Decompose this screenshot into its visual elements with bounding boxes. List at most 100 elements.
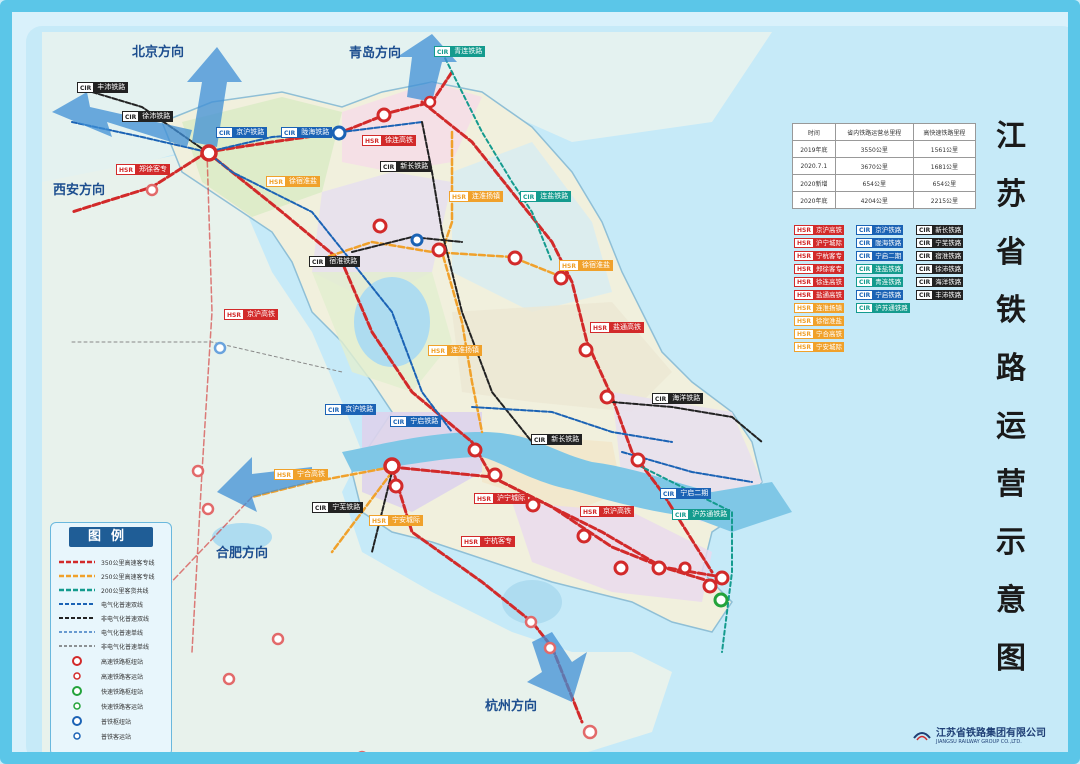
orange-dash-line-icon — [59, 574, 95, 578]
table-header-row: 时间 省内铁路运营总里程 高快速铁路里程 — [792, 123, 977, 141]
station-huzhou — [524, 615, 538, 629]
direction-hefei: 合肥方向 — [216, 546, 269, 561]
station-anting — [678, 561, 692, 575]
station-nantong — [630, 452, 646, 468]
black-dash-line-icon — [59, 617, 95, 619]
map-frame: 北京方向 青岛方向 西安方向 合肥方向 杭州方向 CIR 丰沛铁路 CIR 徐沛铁路… — [0, 0, 1080, 764]
table-row: 2020新增 654公里 654公里 — [792, 174, 977, 192]
table-cell: 1681公里 — [912, 157, 977, 175]
legend-item: 高速铁路客运站 — [57, 671, 167, 681]
table-cell: 4204公里 — [834, 191, 914, 209]
tag-zhengxu: HSR 郑徐客专 — [794, 264, 844, 274]
direction-hangzhou: 杭州方向 — [485, 699, 538, 714]
table-cell: 3550公里 — [834, 140, 914, 158]
table-header: 时间 — [792, 123, 836, 141]
map-label-ninghang: HSR 宁杭客专 — [461, 536, 515, 547]
station-nanjingnan — [388, 478, 404, 494]
station-yangzhou — [467, 442, 483, 458]
tag-qinglian: CIR 青连铁路 — [856, 277, 904, 287]
legend-item: 非电气化普速单线 — [57, 641, 167, 651]
map-legend: 图例 350公里高速客专线 250公里高速客专线 200公里客货共线 电气化普速… — [50, 522, 172, 752]
station-south3 — [543, 641, 557, 655]
company-name-cn: 江苏省铁路集团有限公司 — [936, 728, 1046, 739]
station-suzhou — [613, 560, 629, 576]
tag-suhuai: CIR 宿淮铁路 — [916, 251, 964, 261]
legend-item: 快速铁路枢纽站 — [57, 686, 167, 696]
mileage-stats-table: 时间 省内铁路运营总里程 高快速铁路里程 2019年底 3550公里 1561公… — [792, 123, 977, 209]
legend-item: 高速铁路枢纽站 — [57, 656, 167, 666]
tag-ningqi: CIR 宁启铁路 — [856, 290, 904, 300]
map-label-zhengxu: HSR 郑徐客专 — [116, 164, 170, 175]
station-south4 — [358, 750, 366, 752]
map-label-haiyang: CIR 海洋铁路 — [652, 393, 704, 404]
map-label-ninghe: HSR 宁合高铁 — [274, 469, 328, 480]
station-south1 — [271, 632, 285, 646]
map-label-yantong: HSR 盐通高铁 — [590, 322, 644, 333]
station-funing — [507, 250, 523, 266]
title-char: 示 — [996, 525, 1026, 560]
station-west4 — [201, 502, 215, 516]
blue-dash-line-icon — [59, 603, 95, 605]
legend-title: 图例 — [69, 527, 153, 547]
map-label-lianyan: CIR 连盐铁路 — [520, 191, 572, 202]
company-name-en: JIANGSU RAILWAY GROUP CO.,LTD. — [936, 739, 1022, 745]
station-west3 — [191, 464, 205, 478]
station-nanjing — [383, 457, 401, 475]
station-shanghai — [714, 570, 730, 586]
map-label-jinghu-north: CIR 京沪铁路 — [216, 127, 268, 138]
legend-item: 快速铁路客运站 — [57, 701, 167, 711]
title-char: 苏 — [996, 177, 1026, 212]
station-suqian — [372, 218, 388, 234]
station-west2 — [213, 341, 227, 355]
table-cell: 2020新增 — [792, 174, 836, 192]
title-char: 意 — [996, 583, 1026, 618]
station-zhenjiang — [487, 467, 503, 483]
station-lianyungang — [376, 107, 392, 123]
map-label-jinghu-south: CIR 京沪铁路 — [325, 404, 377, 415]
red-ring-icon — [72, 656, 82, 666]
map-label-lianhuai-north: HSR 连淮扬镇 — [449, 191, 503, 202]
green-dot-icon — [73, 702, 81, 710]
map-label-longhai: CIR 陇海铁路 — [281, 127, 333, 138]
station-shanghai-hongqiao — [702, 578, 718, 594]
table-cell: 2215公里 — [912, 191, 977, 209]
station-wuxi — [576, 528, 592, 544]
table-cell: 2020年底 — [792, 191, 836, 209]
map-label-husutong: CIR 沪苏通铁路 — [672, 509, 731, 520]
map-label-xusuhuaiyan-east: HSR 徐宿淮盐 — [559, 260, 613, 271]
table-cell: 654公里 — [912, 174, 977, 192]
map-label-xinchang-south: CIR 新长铁路 — [531, 434, 583, 445]
station-xuzhou — [200, 144, 218, 162]
station-donghai — [331, 125, 347, 141]
blue-dot-icon — [73, 732, 81, 740]
title-char: 省 — [996, 235, 1026, 270]
station-south2 — [222, 672, 236, 686]
map-label-ningqi: CIR 宁启铁路 — [390, 416, 442, 427]
direction-xian: 西安方向 — [53, 183, 106, 198]
map-label-qinglian: CIR 青连铁路 — [434, 46, 486, 57]
tag-ninghang: HSR 宁杭客专 — [794, 251, 844, 261]
company-logo-icon — [913, 731, 931, 740]
red-dot-icon — [73, 672, 81, 680]
legend-item: 电气化普速单线 — [57, 627, 167, 637]
hongze-lake — [354, 277, 430, 367]
direction-beijing: 北京方向 — [132, 45, 185, 60]
station-yancheng — [553, 270, 569, 286]
tag-jinghu-cir: CIR 京沪铁路 — [856, 225, 904, 235]
tag-xusuhuaiyan: HSR 徐宿淮盐 — [794, 316, 844, 326]
table-row: 2020.7.1 3670公里 1681公里 — [792, 157, 977, 175]
tag-ningwu: CIR 宁芜铁路 — [916, 238, 964, 248]
tag-ningan: HSR 宁安城际 — [794, 342, 844, 352]
title-char: 路 — [996, 351, 1026, 386]
tag-ningqi2: CIR 宁启二期 — [856, 251, 904, 261]
map-label-ningan: HSR 宁安城际 — [369, 515, 423, 526]
station-hangzhou — [582, 724, 598, 740]
map-label-lianhuai-south: HSR 连淮扬镇 — [428, 345, 482, 356]
table-cell: 2020.7.1 — [792, 157, 836, 175]
station-shanghai-west — [713, 592, 729, 608]
map-label-xulian: HSR 徐连高铁 — [362, 135, 416, 146]
table-header: 高快速铁路里程 — [912, 123, 977, 141]
gray-thin-line-icon — [59, 645, 95, 647]
station-west1 — [145, 183, 159, 197]
legend-item: 200公里客货共线 — [57, 585, 167, 595]
